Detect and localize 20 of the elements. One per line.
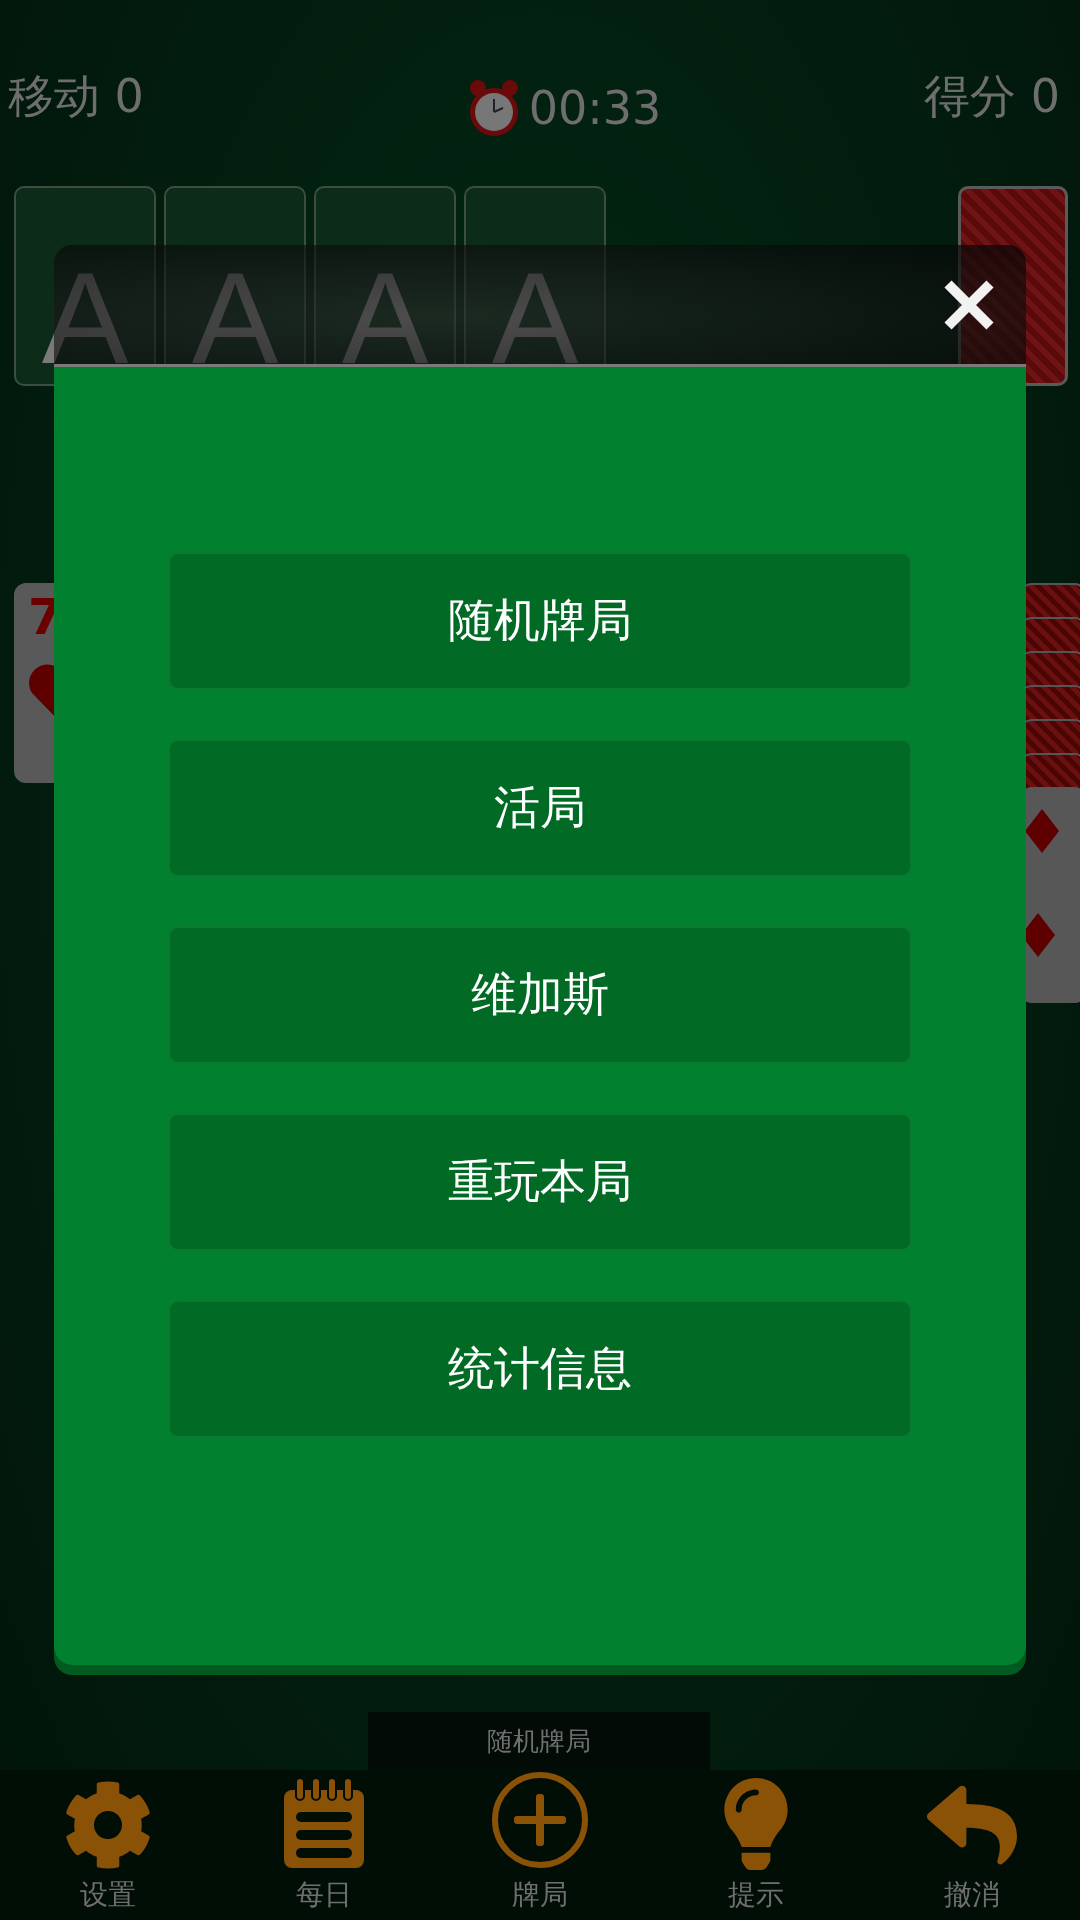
slot-letter: A — [41, 248, 129, 384]
stock-card-back[interactable] — [958, 186, 1068, 386]
close-icon — [942, 277, 996, 332]
menu-button[interactable]: 活局 — [168, 739, 912, 877]
elapsed-time: 00:33 — [528, 80, 662, 136]
score-counter: 得分 0 — [924, 68, 1060, 124]
menu-button[interactable]: 重玩本局 — [168, 1113, 912, 1251]
menu-button[interactable]: 统计信息 — [168, 1300, 912, 1438]
toolbar-button[interactable]: 提示 — [648, 1770, 864, 1914]
menu-button[interactable]: 维加斯 — [168, 926, 912, 1064]
toolbar-button[interactable]: 牌局 — [432, 1770, 648, 1914]
toolbar-button[interactable]: 每日 — [216, 1770, 432, 1914]
toolbar-button[interactable]: 设置 — [0, 1770, 216, 1914]
plus-circle-icon — [490, 1770, 590, 1870]
settings-icon — [63, 1780, 153, 1870]
mode-toast: 随机牌局 — [368, 1712, 710, 1770]
notepad-icon — [282, 1778, 366, 1870]
toolbar-button[interactable]: 撤消 — [864, 1770, 1080, 1914]
moves-counter: 移动 0 — [8, 68, 144, 124]
menu-button[interactable]: 随机牌局 — [168, 552, 912, 690]
